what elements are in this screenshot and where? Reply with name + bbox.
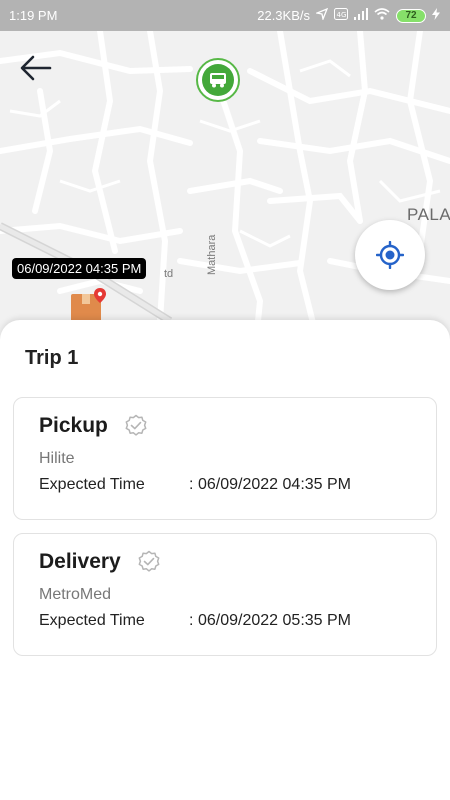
stop-type-label: Delivery bbox=[39, 550, 121, 573]
location-icon bbox=[314, 7, 329, 23]
expected-time-value: 06/09/2022 05:35 PM bbox=[198, 612, 352, 629]
expected-time-label: Expected Time bbox=[39, 612, 145, 629]
volte-icon: 4G bbox=[334, 8, 348, 23]
truck-icon bbox=[202, 64, 234, 96]
pickup-card[interactable]: Pickup Hilite Expected Time : 06/09/2022… bbox=[13, 397, 437, 520]
map-view[interactable]: PALA td Mathara 06/09/2022 04:35 PM bbox=[0, 31, 450, 351]
status-time: 1:19 PM bbox=[9, 8, 58, 23]
svg-text:4G: 4G bbox=[337, 11, 347, 19]
pickup-location-marker[interactable] bbox=[70, 288, 110, 324]
expected-time-separator: : bbox=[189, 612, 194, 629]
arrow-left-icon bbox=[20, 55, 52, 81]
verified-check-icon bbox=[137, 550, 161, 574]
stop-header: Pickup bbox=[39, 414, 148, 438]
pickup-time-tag: 06/09/2022 04:35 PM bbox=[12, 258, 147, 279]
crosshair-icon bbox=[376, 241, 404, 269]
stop-header: Delivery bbox=[39, 550, 161, 574]
battery-icon: 72 bbox=[396, 8, 426, 23]
map-place-label: PALA bbox=[407, 205, 450, 224]
map-road-label: Mathara bbox=[206, 234, 218, 275]
delivery-card[interactable]: Delivery MetroMed Expected Time : 06/09/… bbox=[13, 533, 437, 656]
stop-place: MetroMed bbox=[39, 586, 112, 603]
signal-icon bbox=[354, 8, 368, 23]
wifi-icon bbox=[374, 8, 390, 23]
stop-type-label: Pickup bbox=[39, 414, 108, 437]
expected-time-label: Expected Time bbox=[39, 476, 145, 493]
vehicle-marker[interactable] bbox=[196, 58, 240, 102]
trip-details-sheet: Trip 1 Pickup Hilite Expected Time : 06/… bbox=[0, 320, 450, 800]
trip-title: Trip 1 bbox=[25, 347, 79, 369]
package-pin-icon bbox=[71, 288, 106, 322]
stop-place: Hilite bbox=[39, 450, 75, 467]
status-icons: 22.3KB/s 4G 72 bbox=[257, 7, 440, 23]
verified-check-icon bbox=[124, 414, 148, 438]
expected-time-value: 06/09/2022 04:35 PM bbox=[198, 476, 352, 493]
status-bar: 1:19 PM 22.3KB/s 4G 72 bbox=[0, 0, 450, 31]
charging-icon bbox=[432, 8, 440, 23]
expected-time-separator: : bbox=[189, 476, 194, 493]
my-location-button[interactable] bbox=[355, 220, 425, 290]
network-speed: 22.3KB/s bbox=[257, 8, 310, 23]
map-road-label-partial: td bbox=[164, 268, 174, 280]
back-button[interactable] bbox=[17, 51, 55, 85]
